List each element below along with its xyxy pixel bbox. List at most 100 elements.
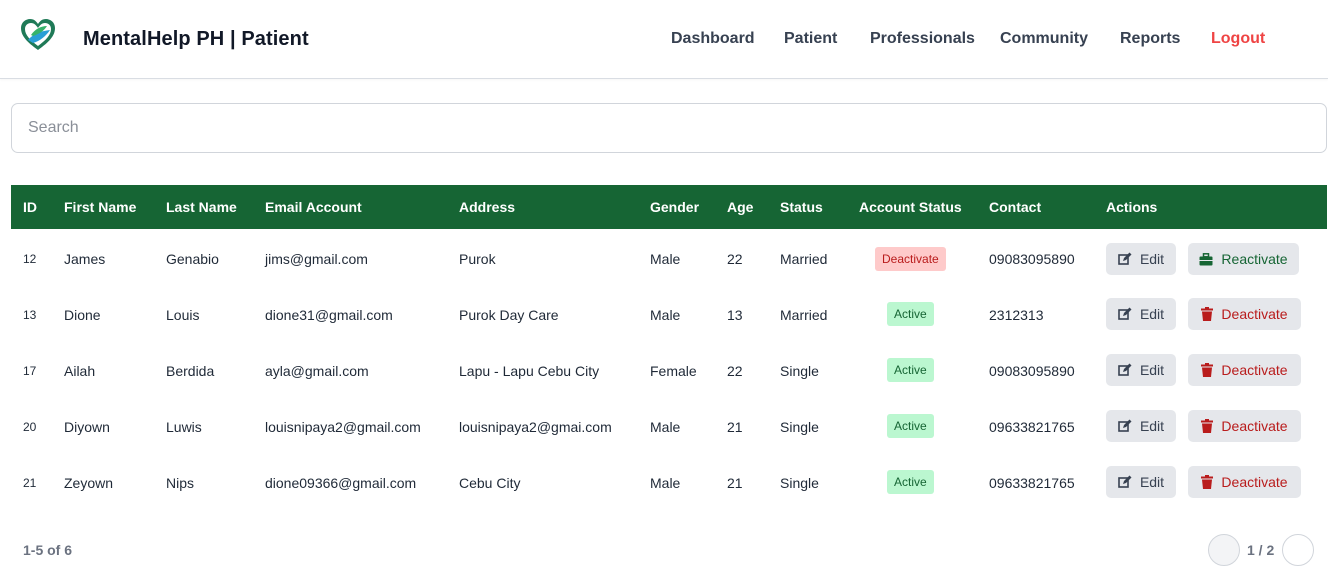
edit-icon xyxy=(1118,252,1132,265)
trash-icon xyxy=(1201,363,1214,377)
status-badge: Active xyxy=(887,302,934,326)
col-gender[interactable]: Gender xyxy=(650,199,699,215)
cell-id: 21 xyxy=(23,476,37,490)
table-row: 13 Dione Louis dione31@gmail.com Purok D… xyxy=(11,287,1327,343)
cell-age: 13 xyxy=(727,307,743,323)
cell-email: dione09366@gmail.com xyxy=(265,475,417,491)
cell-first-name: Diyown xyxy=(64,419,110,435)
cell-id: 13 xyxy=(23,308,37,322)
cell-contact: 2312313 xyxy=(989,307,1044,323)
col-id[interactable]: ID xyxy=(23,199,37,215)
cell-gender: Male xyxy=(650,475,681,491)
nav-patient[interactable]: Patient xyxy=(784,30,837,48)
cell-address: Purok Day Care xyxy=(459,307,559,323)
table-row: 21 Zeyown Nips dione09366@gmail.com Cebu… xyxy=(11,455,1327,511)
edit-button[interactable]: Edit xyxy=(1106,466,1176,498)
edit-button[interactable]: Edit xyxy=(1106,354,1176,386)
col-email[interactable]: Email Account xyxy=(265,199,362,215)
cell-id: 20 xyxy=(23,420,37,434)
next-page-button[interactable] xyxy=(1282,534,1314,566)
deactivate-label: Deactivate xyxy=(1221,362,1288,378)
cell-gender: Male xyxy=(650,307,681,323)
cell-contact: 09633821765 xyxy=(989,475,1075,491)
trash-icon xyxy=(1201,307,1214,321)
col-age[interactable]: Age xyxy=(727,199,753,215)
cell-age: 22 xyxy=(727,363,743,379)
col-actions: Actions xyxy=(1106,199,1158,215)
cell-gender: Female xyxy=(650,363,697,379)
deactivate-label: Deactivate xyxy=(1221,306,1288,322)
cell-email: dione31@gmail.com xyxy=(265,307,393,323)
status-badge: Active xyxy=(887,358,934,382)
cell-age: 22 xyxy=(727,251,743,267)
cell-address: Purok xyxy=(459,251,496,267)
edit-label: Edit xyxy=(1139,362,1165,378)
cell-status: Married xyxy=(780,251,828,267)
cell-email: ayla@gmail.com xyxy=(265,363,369,379)
cell-first-name: Dione xyxy=(64,307,101,323)
cell-contact: 09083095890 xyxy=(989,363,1075,379)
nav-logout[interactable]: Logout xyxy=(1211,30,1265,48)
col-status[interactable]: Status xyxy=(780,199,823,215)
col-last-name[interactable]: Last Name xyxy=(166,199,237,215)
reactivate-button[interactable]: Reactivate xyxy=(1188,243,1299,275)
cell-last-name: Luwis xyxy=(166,419,202,435)
cell-age: 21 xyxy=(727,419,743,435)
edit-button[interactable]: Edit xyxy=(1106,243,1176,275)
table-header: ID First Name Last Name Email Account Ad… xyxy=(11,185,1327,229)
pagination-range: 1-5 of 6 xyxy=(23,542,73,558)
deactivate-label: Deactivate xyxy=(1221,418,1288,434)
nav-professionals[interactable]: Professionals xyxy=(870,30,975,48)
status-badge: Active xyxy=(887,470,934,494)
deactivate-button[interactable]: Deactivate xyxy=(1188,298,1301,330)
deactivate-button[interactable]: Deactivate xyxy=(1188,410,1301,442)
prev-page-button[interactable] xyxy=(1208,534,1240,566)
app-header: MentalHelp PH | Patient Dashboard Patien… xyxy=(0,0,1328,79)
cell-first-name: James xyxy=(64,251,106,267)
cell-address: Lapu - Lapu Cebu City xyxy=(459,363,600,379)
col-account-status[interactable]: Account Status xyxy=(859,199,962,215)
deactivate-button[interactable]: Deactivate xyxy=(1188,354,1301,386)
table-row: 20 Diyown Luwis louisnipaya2@gmail.com l… xyxy=(11,399,1327,455)
app-logo[interactable] xyxy=(19,18,57,52)
edit-icon xyxy=(1118,475,1132,488)
reactivate-label: Reactivate xyxy=(1221,251,1288,267)
status-badge: Deactivate xyxy=(875,247,946,271)
deactivate-button[interactable]: Deactivate xyxy=(1188,466,1301,498)
cell-first-name: Ailah xyxy=(64,363,96,379)
search-input[interactable] xyxy=(11,103,1327,153)
nav-reports[interactable]: Reports xyxy=(1120,30,1180,48)
status-badge: Active xyxy=(887,414,934,438)
app-title: MentalHelp PH | Patient xyxy=(83,28,309,50)
col-address[interactable]: Address xyxy=(459,199,515,215)
page-indicator: 1 / 2 xyxy=(1247,542,1275,558)
edit-button[interactable]: Edit xyxy=(1106,410,1176,442)
cell-first-name: Zeyown xyxy=(64,475,114,491)
cell-address: Cebu City xyxy=(459,475,521,491)
cell-gender: Male xyxy=(650,419,681,435)
cell-status: Married xyxy=(780,307,828,323)
edit-label: Edit xyxy=(1139,251,1165,267)
cell-gender: Male xyxy=(650,251,681,267)
nav-dashboard[interactable]: Dashboard xyxy=(671,30,755,48)
cell-last-name: Louis xyxy=(166,307,200,323)
table-row: 12 James Genabio jims@gmail.com Purok Ma… xyxy=(11,231,1327,287)
cell-status: Single xyxy=(780,363,819,379)
edit-button[interactable]: Edit xyxy=(1106,298,1176,330)
cell-id: 17 xyxy=(23,364,37,378)
deactivate-label: Deactivate xyxy=(1221,474,1288,490)
table-row: 17 Ailah Berdida ayla@gmail.com Lapu - L… xyxy=(11,343,1327,399)
cell-last-name: Nips xyxy=(166,475,195,491)
edit-icon xyxy=(1118,307,1132,320)
cell-last-name: Genabio xyxy=(166,251,219,267)
edit-label: Edit xyxy=(1139,418,1165,434)
edit-icon xyxy=(1118,363,1132,376)
nav-community[interactable]: Community xyxy=(1000,30,1088,48)
cell-email: jims@gmail.com xyxy=(265,251,368,267)
cell-id: 12 xyxy=(23,252,37,266)
col-contact[interactable]: Contact xyxy=(989,199,1041,215)
cell-email: louisnipaya2@gmail.com xyxy=(265,419,421,435)
col-first-name[interactable]: First Name xyxy=(64,199,136,215)
cell-contact: 09633821765 xyxy=(989,419,1075,435)
edit-icon xyxy=(1118,419,1132,432)
